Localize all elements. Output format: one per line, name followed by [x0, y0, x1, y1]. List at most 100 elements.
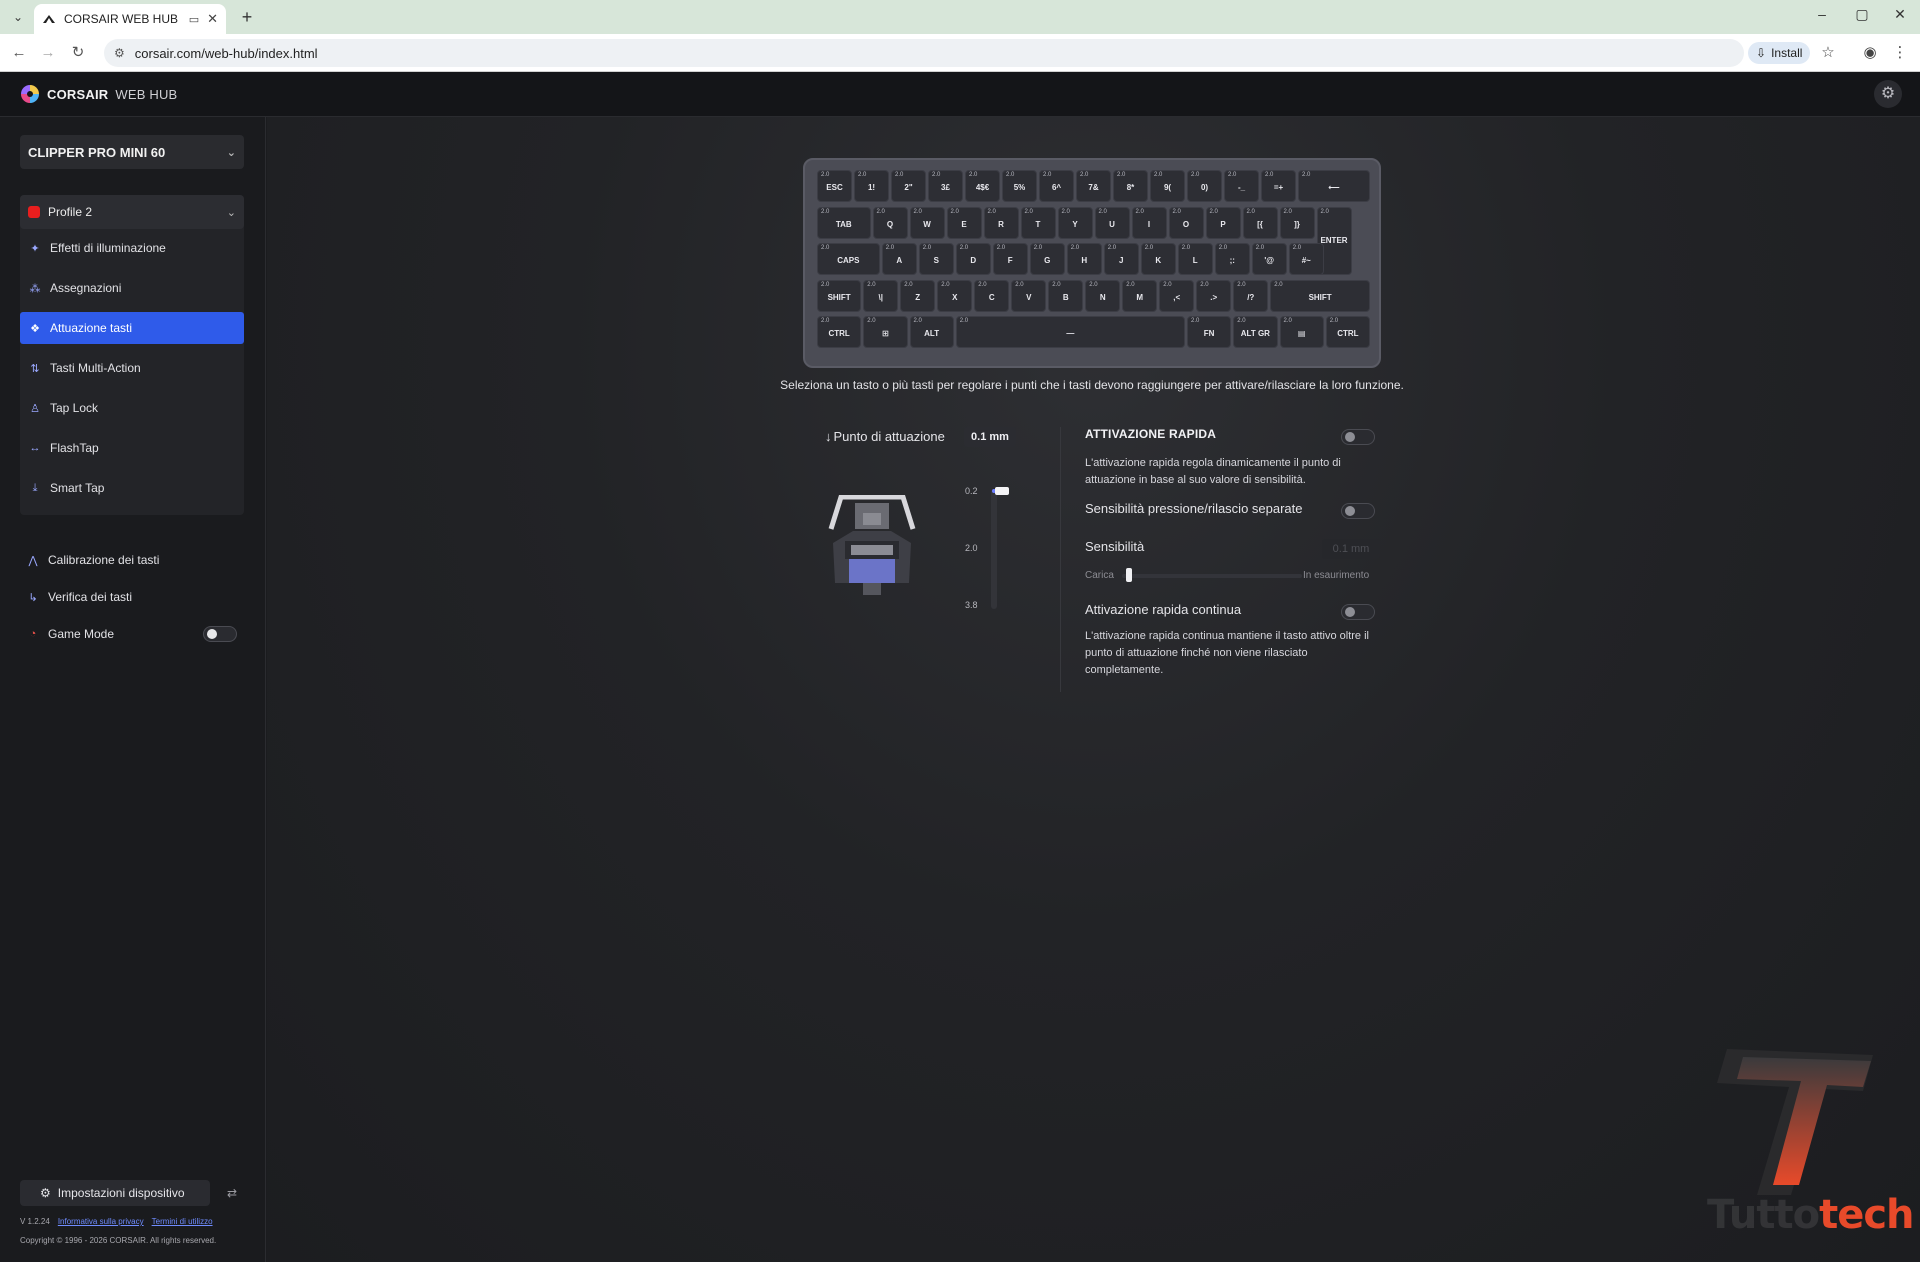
- bookmark-star-icon[interactable]: ☆: [1818, 43, 1838, 63]
- forward-icon[interactable]: →: [38, 43, 58, 63]
- keyboard-key[interactable]: 2.0;:: [1214, 243, 1250, 275]
- keyboard-key[interactable]: 2.0 SHIFT: [817, 279, 862, 312]
- keyboard-key[interactable]: 2.0 9(: [1150, 170, 1185, 202]
- tab-close-icon[interactable]: ✕: [207, 11, 218, 27]
- sidebar-item-lighting[interactable]: ✦ Effetti di illuminazione: [20, 232, 244, 264]
- sensitivity-slider-handle[interactable]: [1126, 568, 1132, 582]
- keyboard-key[interactable]: 2.0 J: [1103, 243, 1139, 275]
- keyboard-key[interactable]: 2.0 1!: [854, 170, 889, 202]
- keyboard-key[interactable]: 2.0 CTRL: [1325, 316, 1370, 348]
- sidebar-item-assignments[interactable]: ⁂ Assegnazioni: [20, 272, 244, 304]
- sidebar-item-flashtap[interactable]: ↔ FlashTap: [20, 432, 244, 464]
- keyboard-key[interactable]: 2.0 ⊞: [863, 316, 908, 348]
- keyboard-key[interactable]: 2.0 M: [1122, 279, 1158, 312]
- keyboard-key[interactable]: 2.0 O: [1168, 206, 1204, 239]
- install-button[interactable]: ⇩ Install: [1748, 42, 1811, 64]
- new-tab-icon[interactable]: +: [236, 7, 258, 29]
- keyboard-key[interactable]: 2.0 '@: [1251, 243, 1287, 275]
- keyboard-key[interactable]: 2.0 ESC: [817, 170, 852, 202]
- keyboard-key[interactable]: 2.0 B: [1048, 279, 1084, 312]
- game-mode-toggle[interactable]: [203, 626, 237, 642]
- keyboard-key[interactable]: 2.0 V: [1011, 279, 1047, 312]
- keyboard-key[interactable]: 2.0 Y: [1057, 206, 1093, 239]
- keyboard-key[interactable]: 2.0 F: [992, 243, 1028, 275]
- keyboard-key[interactable]: 2.0 H: [1066, 243, 1102, 275]
- keyboard-key[interactable]: 2.0 =+: [1261, 170, 1296, 202]
- keyboard-key[interactable]: 2.0 I: [1131, 206, 1167, 239]
- device-connection-icon[interactable]: ⇄: [222, 1183, 242, 1203]
- url-field[interactable]: ⚙ corsair.com/web-hub/index.html: [104, 39, 1744, 67]
- keyboard-key[interactable]: 2.0 S: [918, 243, 954, 275]
- keyboard-key[interactable]: 2.0 L: [1177, 243, 1213, 275]
- keyboard-key[interactable]: 2.0 U: [1094, 206, 1130, 239]
- keyboard-key[interactable]: 2.0 C: [974, 279, 1010, 312]
- maximize-icon[interactable]: ▢: [1842, 6, 1882, 28]
- keyboard-key[interactable]: 2.0 ,<: [1159, 279, 1195, 312]
- back-icon[interactable]: ←: [9, 43, 29, 63]
- sidebar-link-key-test[interactable]: ↳ Verifica dei tasti: [26, 587, 132, 607]
- actuation-value-input[interactable]: 0.1 mm: [964, 427, 1016, 447]
- keyboard-key[interactable]: 2.0 A: [881, 243, 917, 275]
- keyboard-key[interactable]: 2.0 Z: [900, 279, 936, 312]
- keyboard-key[interactable]: 2.0 E: [946, 206, 982, 239]
- sensitivity-slider-track[interactable]: [1122, 574, 1302, 578]
- keyboard-key[interactable]: 2.0 ▤: [1279, 316, 1324, 348]
- keyboard-key[interactable]: 2.0 —: [955, 316, 1185, 348]
- keyboard-key[interactable]: 2.0 N: [1085, 279, 1121, 312]
- actuation-slider-handle[interactable]: [995, 487, 1009, 495]
- keyboard-key[interactable]: 2.0 G: [1029, 243, 1065, 275]
- keyboard-key[interactable]: 2.0 ALT: [909, 316, 954, 348]
- sidebar-item-multi-action[interactable]: ⇅ Tasti Multi-Action: [20, 352, 244, 384]
- tab-media-icon[interactable]: ▭: [189, 13, 199, 26]
- keyboard-key[interactable]: 2.0 FN: [1187, 316, 1232, 348]
- keyboard-key[interactable]: 2.0 X: [937, 279, 973, 312]
- keyboard-key[interactable]: 2.0 \|: [863, 279, 899, 312]
- sidebar-item-actuation[interactable]: ❖ Attuazione tasti: [20, 312, 244, 344]
- keyboard-key[interactable]: 2.0 #~: [1288, 243, 1324, 275]
- keyboard-key[interactable]: 2.0 3£: [928, 170, 963, 202]
- keyboard-key[interactable]: 2.0 2": [891, 170, 926, 202]
- profile-icon[interactable]: ◉: [1860, 43, 1880, 63]
- keyboard-key[interactable]: 2.0 5%: [1002, 170, 1037, 202]
- keyboard-key[interactable]: 2.0 SHIFT: [1270, 279, 1370, 312]
- actuation-slider-track[interactable]: [991, 489, 997, 609]
- continuous-rapid-toggle[interactable]: [1341, 604, 1375, 620]
- keyboard-key[interactable]: 2.0 4$€: [965, 170, 1000, 202]
- browser-menu-icon[interactable]: ⋮: [1890, 43, 1910, 63]
- keyboard-key[interactable]: 2.0 CAPS: [817, 243, 880, 275]
- device-dropdown[interactable]: CLIPPER PRO MINI 60 ⌄: [20, 135, 244, 169]
- keyboard-key[interactable]: 2.0 -_: [1224, 170, 1259, 202]
- keyboard-key[interactable]: 2.0 TAB: [817, 206, 871, 239]
- keyboard-key[interactable]: 2.0[{: [1242, 206, 1278, 239]
- sidebar-item-tap-lock[interactable]: ♙ Tap Lock: [20, 392, 244, 424]
- site-info-icon[interactable]: ⚙: [114, 46, 125, 60]
- keyboard-key[interactable]: 2.0 P: [1205, 206, 1241, 239]
- reload-icon[interactable]: ↻: [68, 43, 88, 63]
- keyboard-key[interactable]: 2.0 K: [1140, 243, 1176, 275]
- keyboard-key[interactable]: 2.0]}: [1279, 206, 1315, 239]
- browser-tab[interactable]: CORSAIR WEB HUB ▭ ✕: [34, 4, 226, 34]
- terms-link[interactable]: Termini di utilizzo: [152, 1217, 213, 1226]
- keyboard-key[interactable]: 2.0 7&: [1076, 170, 1111, 202]
- keyboard-key[interactable]: 2.0 6^: [1039, 170, 1074, 202]
- keyboard-key[interactable]: 2.0/?: [1233, 279, 1269, 312]
- sensitivity-value-input[interactable]: 0.1 mm: [1322, 539, 1380, 559]
- device-settings-button[interactable]: ⚙ Impostazioni dispositivo: [20, 1180, 210, 1206]
- separate-sensitivity-toggle[interactable]: [1341, 503, 1375, 519]
- tab-search-icon[interactable]: ⌄: [8, 7, 28, 27]
- sidebar-item-smart-tap[interactable]: ⤓ Smart Tap: [20, 472, 244, 504]
- keyboard-key[interactable]: 2.0 8*: [1113, 170, 1148, 202]
- keyboard-key[interactable]: 2.0 CTRL: [817, 316, 862, 348]
- app-settings-icon[interactable]: ⚙: [1874, 80, 1902, 108]
- rapid-trigger-toggle[interactable]: [1341, 429, 1375, 445]
- keyboard-key[interactable]: 2.0 0): [1187, 170, 1222, 202]
- privacy-link[interactable]: Informativa sulla privacy: [58, 1217, 144, 1226]
- keyboard-key[interactable]: 2.0 ⟵: [1298, 170, 1370, 202]
- sidebar-link-game-mode[interactable]: ◔ Game Mode: [26, 624, 114, 644]
- keyboard-key[interactable]: 2.0 R: [983, 206, 1019, 239]
- profile-dropdown[interactable]: Profile 2 ⌄: [20, 195, 244, 229]
- keyboard-key[interactable]: 2.0 Q: [872, 206, 908, 239]
- sidebar-link-calibration[interactable]: ⋀ Calibrazione dei tasti: [26, 550, 159, 570]
- minimize-icon[interactable]: –: [1802, 6, 1842, 28]
- keyboard-key[interactable]: 2.0 T: [1020, 206, 1056, 239]
